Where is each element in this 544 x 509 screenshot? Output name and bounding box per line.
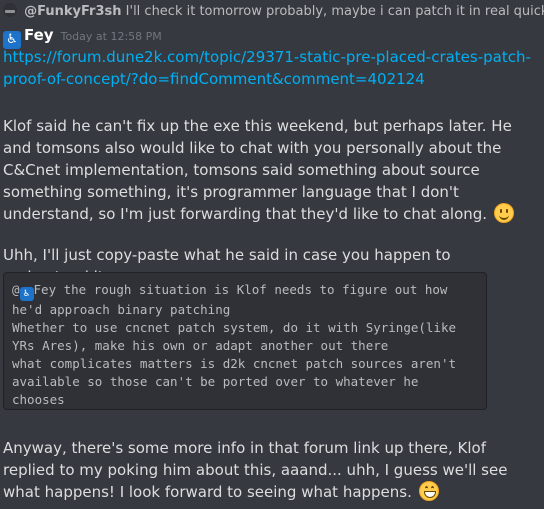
grinning-face-icon[interactable] <box>418 481 439 501</box>
message-paragraph-3: Anyway, there's some more info in that f… <box>3 437 533 503</box>
username[interactable]: Fey <box>24 26 54 44</box>
code-line-6: available so those can't be ported over … <box>12 374 419 389</box>
code-line-7: chooses <box>12 392 65 407</box>
code-line-3: Whether to use cncnet patch system, do i… <box>12 320 457 335</box>
reply-thread-icon <box>3 3 17 17</box>
code-line-1: @ ♿ Fey the rough situation is Klof needs … <box>12 281 478 301</box>
code-line-4: YRs Ares), make his own or adapt another… <box>12 338 389 353</box>
code-mention-at[interactable]: @ <box>12 282 20 297</box>
slightly-smiling-face-icon[interactable] <box>493 203 514 223</box>
code-line-text: Fey the rough situation is Klof needs to… <box>33 282 448 297</box>
code-line-2: he'd approach binary patching <box>12 302 231 317</box>
reply-mention[interactable]: @FunkyFr3sh <box>24 4 121 19</box>
code-block: @ ♿ Fey the rough situation is Klof needs … <box>3 272 487 410</box>
reply-preview-text[interactable]: I'll check it tomorrow probably, maybe i… <box>126 4 544 19</box>
forum-link[interactable]: https://forum.dune2k.com/topic/29371-sta… <box>3 48 531 88</box>
code-line-5: what complicates matters is d2k cncnet p… <box>12 356 457 371</box>
timestamp[interactable]: Today at 12:58 PM <box>61 30 162 43</box>
message-header: ♿ Fey Today at 12:58 PM <box>3 24 162 49</box>
message-link-line: https://forum.dune2k.com/topic/29371-sta… <box>3 46 533 90</box>
message-paragraph-1: Klof said he can't fix up the exe this w… <box>3 115 533 225</box>
reply-preview[interactable]: @FunkyFr3sh I'll check it tomorrow proba… <box>3 2 544 22</box>
paragraph-1-text: Klof said he can't fix up the exe this w… <box>3 117 512 223</box>
wheelchair-icon: ♿ <box>19 287 34 301</box>
